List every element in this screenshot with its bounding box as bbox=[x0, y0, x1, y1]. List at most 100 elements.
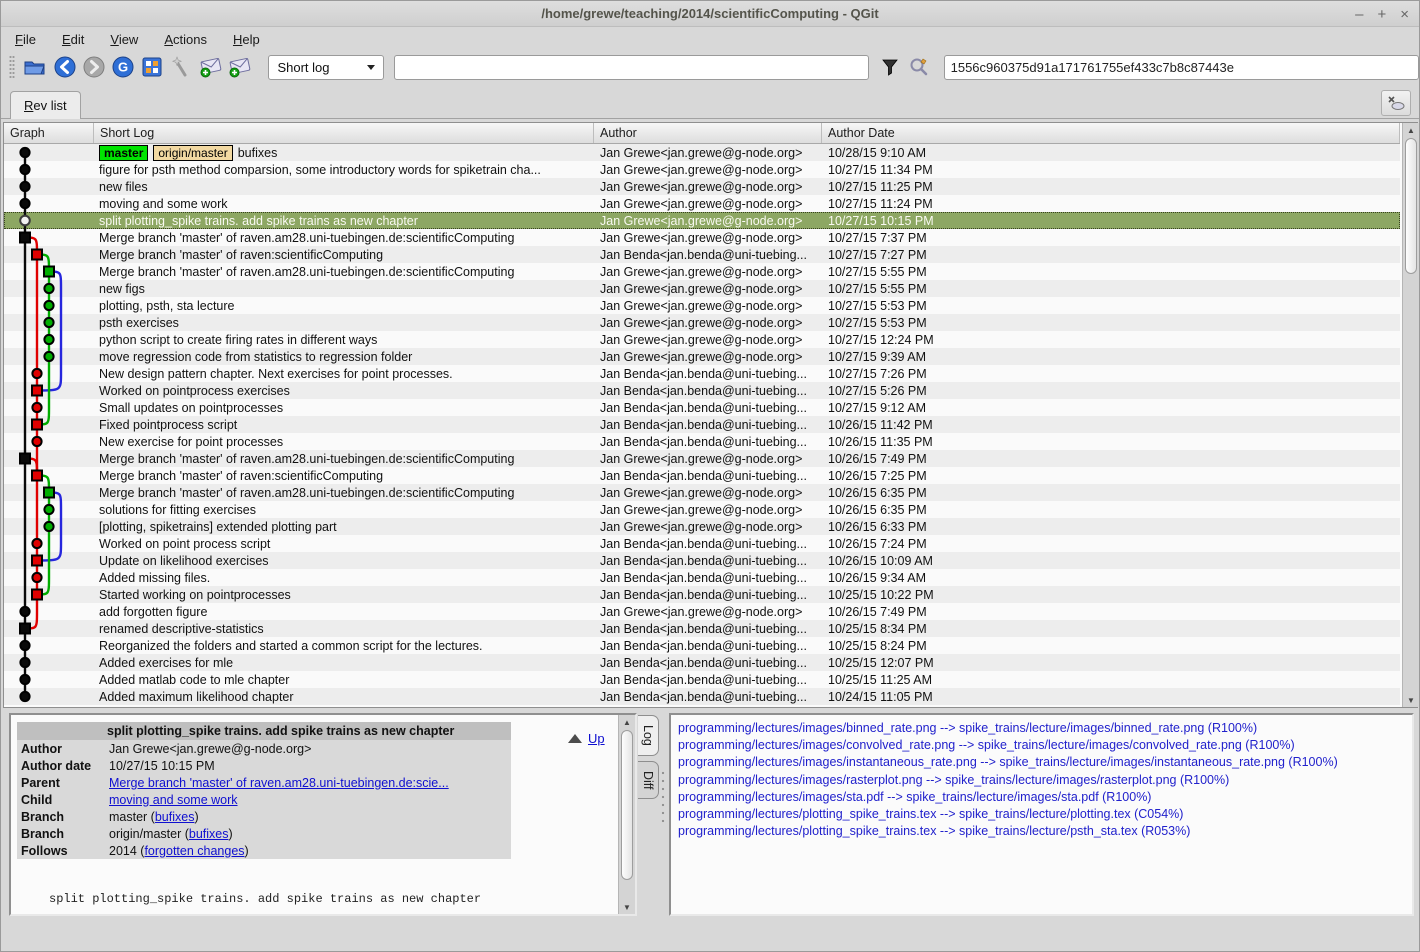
menu-file[interactable]: File bbox=[15, 32, 36, 47]
graph-cell bbox=[4, 620, 94, 637]
side-tab-diff[interactable]: Diff bbox=[638, 761, 659, 800]
filter-button[interactable] bbox=[875, 53, 904, 81]
detail-link[interactable]: moving and some work bbox=[109, 793, 238, 807]
commit-row[interactable]: Worked on pointprocess exercisesJan Bend… bbox=[4, 382, 1400, 399]
close-button[interactable]: × bbox=[1400, 7, 1409, 22]
commit-row[interactable]: figure for psth method comparsion, some … bbox=[4, 161, 1400, 178]
toggle-view-button[interactable] bbox=[138, 53, 167, 81]
author-date-cell: 10/24/15 11:05 PM bbox=[822, 690, 1392, 704]
commit-row[interactable]: psth exercisesJan Grewe<jan.grewe@g-node… bbox=[4, 314, 1400, 331]
detail-field: Author date10/27/15 10:15 PM bbox=[17, 757, 511, 774]
commit-row[interactable]: new figsJan Grewe<jan.grewe@g-node.org>1… bbox=[4, 280, 1400, 297]
commit-row[interactable]: moving and some workJan Grewe<jan.grewe@… bbox=[4, 195, 1400, 212]
commit-row[interactable]: Added exercises for mleJan Benda<jan.ben… bbox=[4, 654, 1400, 671]
file-rename-line[interactable]: programming/lectures/plotting_spike_trai… bbox=[678, 806, 1412, 823]
detail-scrollbar[interactable]: ▲ ▼ bbox=[618, 715, 635, 914]
author-cell: Jan Grewe<jan.grewe@g-node.org> bbox=[594, 299, 822, 313]
column-header-author-date[interactable]: Author Date bbox=[822, 123, 1400, 143]
commit-row[interactable]: move regression code from statistics to … bbox=[4, 348, 1400, 365]
file-rename-line[interactable]: programming/lectures/images/sta.pdf --> … bbox=[678, 789, 1412, 806]
commit-row[interactable]: Merge branch 'master' of raven:scientifi… bbox=[4, 467, 1400, 484]
toolbar-drag-handle[interactable] bbox=[9, 55, 15, 79]
commit-row[interactable]: [plotting, spiketrains] extended plottin… bbox=[4, 518, 1400, 535]
commit-row[interactable]: Fixed pointprocess scriptJan Benda<jan.b… bbox=[4, 416, 1400, 433]
commit-row[interactable]: solutions for fitting exercisesJan Grewe… bbox=[4, 501, 1400, 518]
tab-rev-list[interactable]: Rev list bbox=[10, 91, 81, 119]
maximize-button[interactable]: + bbox=[1377, 7, 1386, 22]
scrollbar-thumb[interactable] bbox=[1405, 138, 1417, 274]
highlight-search-button[interactable] bbox=[904, 53, 933, 81]
detail-field-value: master (bufixes) bbox=[109, 810, 199, 824]
forward-button[interactable] bbox=[79, 53, 108, 81]
commit-row[interactable]: Merge branch 'master' of raven.am28.uni-… bbox=[4, 229, 1400, 246]
reload-button[interactable]: G bbox=[108, 53, 137, 81]
column-header-short-log[interactable]: Short Log bbox=[94, 123, 594, 143]
commit-row[interactable]: Worked on point process scriptJan Benda<… bbox=[4, 535, 1400, 552]
commit-row[interactable]: add forgotten figureJan Grewe<jan.grewe@… bbox=[4, 603, 1400, 620]
commit-row[interactable]: masterorigin/masterbufixesJan Grewe<jan.… bbox=[4, 144, 1400, 161]
commit-row[interactable]: Small updates on pointprocessesJan Benda… bbox=[4, 399, 1400, 416]
commit-row[interactable]: Added maximum likelihood chapterJan Bend… bbox=[4, 688, 1400, 705]
view-mode-select[interactable]: Short log bbox=[268, 55, 383, 80]
commit-row[interactable]: Added matlab code to mle chapterJan Bend… bbox=[4, 671, 1400, 688]
detail-link[interactable]: Merge branch 'master' of raven.am28.uni-… bbox=[109, 776, 449, 790]
file-rename-line[interactable]: programming/lectures/images/binned_rate.… bbox=[678, 720, 1412, 737]
short-log-cell: [plotting, spiketrains] extended plottin… bbox=[94, 520, 594, 534]
menu-view[interactable]: View bbox=[110, 32, 138, 47]
rev-list-scrollbar[interactable]: ▲ ▼ bbox=[1402, 123, 1419, 707]
scroll-up-icon[interactable]: ▲ bbox=[619, 715, 635, 729]
minimize-button[interactable]: – bbox=[1355, 7, 1363, 22]
commit-row[interactable]: Update on likelihood exercisesJan Benda<… bbox=[4, 552, 1400, 569]
commit-row[interactable]: Merge branch 'master' of raven:scientifi… bbox=[4, 246, 1400, 263]
panel-splitter-handle[interactable] bbox=[661, 769, 665, 825]
author-date-cell: 10/26/15 7:24 PM bbox=[822, 537, 1392, 551]
back-button[interactable] bbox=[50, 53, 79, 81]
scroll-down-icon[interactable]: ▼ bbox=[619, 900, 635, 914]
save-patch-button[interactable] bbox=[196, 53, 225, 81]
commit-row[interactable]: New design pattern chapter. Next exercis… bbox=[4, 365, 1400, 382]
search-input[interactable] bbox=[394, 55, 869, 80]
short-log-cell: New design pattern chapter. Next exercis… bbox=[94, 367, 594, 381]
commit-row[interactable]: Reorganized the folders and started a co… bbox=[4, 637, 1400, 654]
graph-cell bbox=[4, 552, 94, 569]
commit-row[interactable]: plotting, psth, sta lectureJan Grewe<jan… bbox=[4, 297, 1400, 314]
side-tab-log[interactable]: Log bbox=[638, 715, 659, 756]
magic-wand-button[interactable] bbox=[167, 53, 196, 81]
menu-edit[interactable]: Edit bbox=[62, 32, 84, 47]
open-repository-button[interactable] bbox=[21, 53, 50, 81]
apply-patch-button[interactable] bbox=[225, 53, 254, 81]
commit-row[interactable]: New exercise for point processesJan Bend… bbox=[4, 433, 1400, 450]
author-cell: Jan Benda<jan.benda@uni-tuebing... bbox=[594, 469, 822, 483]
menu-help[interactable]: Help bbox=[233, 32, 260, 47]
commit-row[interactable]: Added missing files.Jan Benda<jan.benda@… bbox=[4, 569, 1400, 586]
commit-row[interactable]: Merge branch 'master' of raven.am28.uni-… bbox=[4, 484, 1400, 501]
scroll-down-icon[interactable]: ▼ bbox=[1403, 693, 1419, 707]
detail-link[interactable]: bufixes bbox=[155, 810, 195, 824]
column-header-author[interactable]: Author bbox=[594, 123, 822, 143]
commit-row[interactable]: new filesJan Grewe<jan.grewe@g-node.org>… bbox=[4, 178, 1400, 195]
menu-actions[interactable]: Actions bbox=[164, 32, 207, 47]
commit-row[interactable]: python script to create firing rates in … bbox=[4, 331, 1400, 348]
up-link[interactable]: Up bbox=[588, 731, 605, 746]
detail-link[interactable]: forgotten changes bbox=[144, 844, 244, 858]
commit-row[interactable]: Merge branch 'master' of raven.am28.uni-… bbox=[4, 263, 1400, 280]
commit-row[interactable]: split plotting_spike trains. add spike t… bbox=[4, 212, 1400, 229]
author-date-cell: 10/28/15 9:10 AM bbox=[822, 146, 1392, 160]
detail-field-value: origin/master (bufixes) bbox=[109, 827, 233, 841]
detail-link[interactable]: bufixes bbox=[189, 827, 229, 841]
scroll-up-icon[interactable]: ▲ bbox=[1403, 123, 1419, 137]
file-rename-line[interactable]: programming/lectures/plotting_spike_trai… bbox=[678, 823, 1412, 840]
short-log-cell: Merge branch 'master' of raven:scientifi… bbox=[94, 469, 594, 483]
commit-row[interactable]: renamed descriptive-statisticsJan Benda<… bbox=[4, 620, 1400, 637]
commit-row[interactable]: Started working on pointprocessesJan Ben… bbox=[4, 586, 1400, 603]
file-rename-line[interactable]: programming/lectures/images/convolved_ra… bbox=[678, 737, 1412, 754]
file-rename-line[interactable]: programming/lectures/images/rasterplot.p… bbox=[678, 772, 1412, 789]
scrollbar-thumb[interactable] bbox=[621, 730, 633, 880]
column-header-graph[interactable]: Graph bbox=[4, 123, 94, 143]
sha-input[interactable] bbox=[944, 55, 1419, 80]
graph-cell bbox=[4, 654, 94, 671]
tree-filter-button[interactable] bbox=[1381, 90, 1411, 116]
file-rename-line[interactable]: programming/lectures/images/instantaneou… bbox=[678, 754, 1412, 771]
commit-row[interactable]: Merge branch 'master' of raven.am28.uni-… bbox=[4, 450, 1400, 467]
short-log-cell: add forgotten figure bbox=[94, 605, 594, 619]
